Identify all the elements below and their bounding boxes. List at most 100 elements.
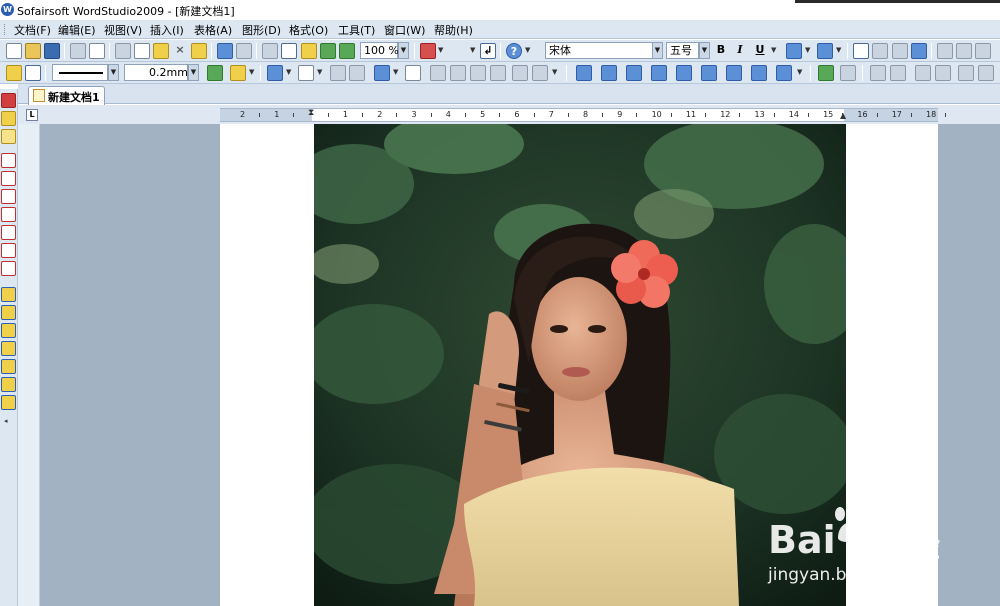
format-painter-icon[interactable] bbox=[191, 43, 207, 59]
menu-help[interactable]: 帮助(H) bbox=[432, 22, 475, 38]
align-shape-icon[interactable] bbox=[626, 65, 642, 81]
strikethrough-icon[interactable] bbox=[786, 43, 802, 59]
menu-insert[interactable]: 插入(I) bbox=[148, 22, 186, 38]
font-name-field[interactable]: 宋体 bbox=[545, 42, 653, 59]
align-shape-icon[interactable] bbox=[651, 65, 667, 81]
shape-tool-icon[interactable] bbox=[1, 171, 16, 186]
shape-tool-icon[interactable] bbox=[1, 207, 16, 222]
chevron-down-icon[interactable]: ▼ bbox=[470, 46, 475, 54]
bring-forward-icon[interactable] bbox=[870, 65, 886, 81]
font-color-icon[interactable] bbox=[817, 43, 833, 59]
table-icon[interactable] bbox=[330, 65, 346, 81]
line-width-field[interactable]: 0.2mm bbox=[124, 64, 188, 81]
undo-icon[interactable] bbox=[217, 43, 233, 59]
shape-tool-icon[interactable] bbox=[1, 189, 16, 204]
zoom-field[interactable]: 100 % bbox=[360, 42, 399, 59]
chevron-down-icon[interactable]: ▼ bbox=[393, 68, 398, 76]
align-shape-icon[interactable] bbox=[751, 65, 767, 81]
tab-document-1[interactable]: 新建文档1 bbox=[28, 86, 105, 105]
chevron-down-icon[interactable]: ▼ bbox=[108, 64, 119, 81]
chevron-down-icon[interactable]: ▼ bbox=[249, 68, 254, 76]
paragraph-mark-icon[interactable]: ↲ bbox=[480, 43, 496, 59]
hand-icon[interactable] bbox=[301, 43, 317, 59]
wrap-icon[interactable] bbox=[978, 65, 994, 81]
print-icon[interactable] bbox=[70, 43, 86, 59]
chevron-down-icon[interactable]: ▼ bbox=[525, 46, 530, 54]
chevron-down-icon[interactable]: ▼ bbox=[188, 64, 199, 81]
table-icon[interactable] bbox=[349, 65, 365, 81]
right-indent-marker[interactable]: ▲ bbox=[840, 111, 846, 120]
align-shape-icon[interactable] bbox=[701, 65, 717, 81]
menu-graphics[interactable]: 图形(D) bbox=[240, 22, 283, 38]
align-shape-icon[interactable] bbox=[601, 65, 617, 81]
underline-button[interactable]: U bbox=[752, 43, 768, 59]
fill-icon[interactable] bbox=[230, 65, 246, 81]
justify-icon[interactable] bbox=[911, 43, 927, 59]
shape-tool-icon[interactable] bbox=[1, 225, 16, 240]
select-mode-icon[interactable] bbox=[25, 65, 41, 81]
send-backward-icon[interactable] bbox=[890, 65, 906, 81]
chevron-down-icon[interactable]: ▼ bbox=[797, 68, 802, 76]
pen-tool-icon[interactable] bbox=[1, 359, 16, 374]
new-document-icon[interactable] bbox=[6, 43, 22, 59]
paste-icon[interactable] bbox=[153, 43, 169, 59]
align-center-icon[interactable] bbox=[872, 43, 888, 59]
flip-icon[interactable] bbox=[915, 65, 931, 81]
italic-button[interactable]: I bbox=[732, 43, 748, 59]
help-icon[interactable]: ? bbox=[506, 43, 522, 59]
save-icon[interactable] bbox=[44, 43, 60, 59]
edit-icon[interactable] bbox=[6, 65, 22, 81]
split-cells-icon[interactable] bbox=[450, 65, 466, 81]
menu-window[interactable]: 窗口(W) bbox=[382, 22, 427, 38]
menu-format[interactable]: 格式(O) bbox=[287, 22, 330, 38]
pen-tool-icon[interactable] bbox=[1, 377, 16, 392]
copy-icon[interactable] bbox=[134, 43, 150, 59]
cell-icon[interactable] bbox=[405, 65, 421, 81]
inserted-photo[interactable] bbox=[314, 124, 846, 606]
insert-object-icon[interactable] bbox=[420, 43, 436, 59]
rotate-icon[interactable] bbox=[935, 65, 951, 81]
align-shape-icon[interactable] bbox=[726, 65, 742, 81]
insert-table-icon[interactable] bbox=[374, 65, 390, 81]
menu-edit[interactable]: 编辑(E) bbox=[56, 22, 98, 38]
tool-icon[interactable] bbox=[1, 129, 16, 144]
zoom-out-icon[interactable] bbox=[339, 43, 355, 59]
shape-fill-icon[interactable] bbox=[267, 65, 283, 81]
pen-tool-icon[interactable] bbox=[1, 305, 16, 320]
indent-icon[interactable] bbox=[975, 43, 991, 59]
align-left-icon[interactable] bbox=[853, 43, 869, 59]
chevron-down-icon[interactable]: ▼ bbox=[286, 68, 291, 76]
chevron-down-icon[interactable]: ▼ bbox=[805, 46, 810, 54]
menu-view[interactable]: 视图(V) bbox=[102, 22, 144, 38]
zoom-in-icon[interactable] bbox=[320, 43, 336, 59]
insert-row-icon[interactable] bbox=[470, 65, 486, 81]
image-icon[interactable] bbox=[818, 65, 834, 81]
redo-icon[interactable] bbox=[236, 43, 252, 59]
numbered-list-icon[interactable] bbox=[956, 43, 972, 59]
cut-icon[interactable] bbox=[115, 43, 131, 59]
tab-stop-selector[interactable]: L bbox=[26, 109, 38, 121]
line-color-icon[interactable] bbox=[207, 65, 223, 81]
shape-tool-icon[interactable] bbox=[1, 261, 16, 276]
group-icon[interactable] bbox=[840, 65, 856, 81]
lightning-icon[interactable] bbox=[1, 111, 16, 126]
first-line-indent-marker[interactable]: ⧗ bbox=[308, 108, 314, 118]
magnet-icon[interactable] bbox=[1, 93, 16, 108]
delete-icon[interactable]: × bbox=[172, 43, 188, 59]
chevron-down-icon[interactable]: ▼ bbox=[398, 42, 409, 59]
draw-icon[interactable] bbox=[262, 43, 278, 59]
shape-tool-icon[interactable] bbox=[1, 243, 16, 258]
align-shape-icon[interactable] bbox=[776, 65, 792, 81]
bold-button[interactable]: B bbox=[713, 43, 729, 59]
chevron-down-icon[interactable]: ▼ bbox=[699, 42, 710, 59]
align-right-icon[interactable] bbox=[892, 43, 908, 59]
border-icon[interactable] bbox=[298, 65, 314, 81]
bullet-list-icon[interactable] bbox=[937, 43, 953, 59]
open-folder-icon[interactable] bbox=[25, 43, 41, 59]
menu-table[interactable]: 表格(A) bbox=[192, 22, 234, 38]
align-shape-icon[interactable] bbox=[576, 65, 592, 81]
line-style-field[interactable] bbox=[52, 64, 108, 81]
chevron-down-icon[interactable]: ▼ bbox=[836, 46, 841, 54]
table-props-icon[interactable] bbox=[512, 65, 528, 81]
collapse-arrow-icon[interactable]: ◂ bbox=[4, 417, 8, 425]
